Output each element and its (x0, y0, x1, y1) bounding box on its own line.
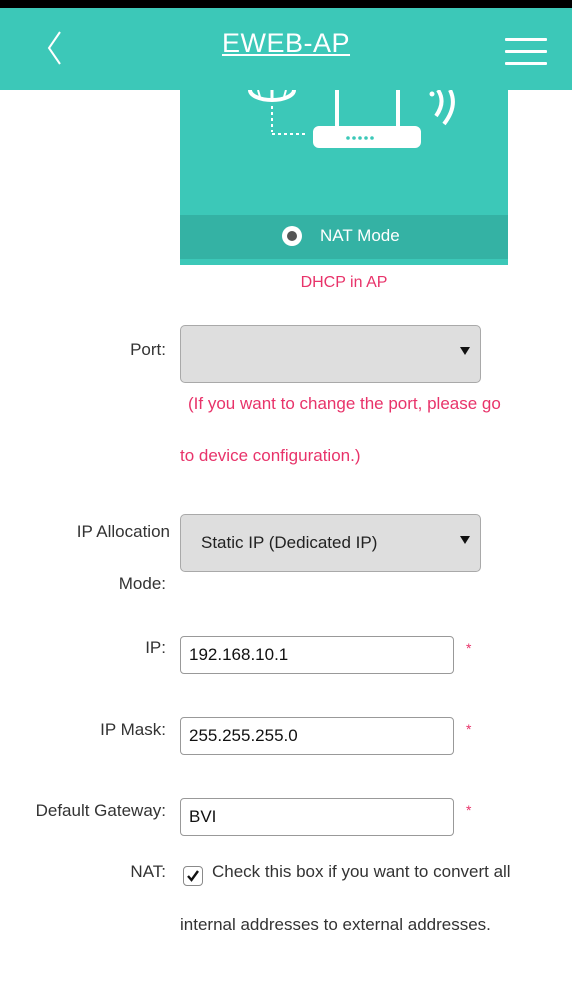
ip-required-mark: * (466, 640, 472, 656)
router-icon (313, 90, 421, 148)
nat-mode-radio[interactable] (282, 226, 302, 246)
ip-mask-input[interactable]: 255.255.255.0 (180, 717, 454, 755)
ip-mask-label: IP Mask: (100, 720, 166, 739)
ip-allocation-select-value: Static IP (Dedicated IP) (201, 533, 378, 552)
mode-card-footer: NAT Mode (180, 215, 508, 259)
default-gateway-label: Default Gateway: (35, 801, 166, 820)
nat-mode-label: NAT Mode (320, 226, 400, 245)
status-strip (0, 0, 572, 8)
nat-description-line1: Check this box if you want to convert al… (212, 862, 511, 881)
wifi-signal-icon (429, 90, 455, 126)
menu-button[interactable] (505, 38, 547, 68)
port-label: Port: (130, 340, 166, 359)
ip-label: IP: (145, 638, 166, 657)
dhcp-text: DHCP in AP (300, 274, 388, 291)
dropdown-arrow-icon (460, 536, 470, 544)
nat-checkbox[interactable] (183, 866, 203, 886)
ip-allocation-label-line1: IP Allocation (76, 522, 170, 541)
globe-icon (248, 90, 296, 102)
page-title-link[interactable]: EWEB-AP (222, 28, 350, 58)
back-button[interactable] (40, 26, 70, 70)
ip-input[interactable]: 192.168.10.1 (180, 636, 454, 674)
ip-allocation-label-line2: Mode: (118, 574, 166, 593)
port-select[interactable] (180, 325, 481, 383)
nat-description-line2: internal addresses to external addresses… (180, 915, 491, 934)
hamburger-menu-icon (505, 38, 547, 41)
dropdown-arrow-icon (460, 347, 470, 355)
checkmark-icon (187, 870, 199, 882)
network-illustration (248, 90, 455, 148)
hamburger-line (505, 62, 547, 65)
port-note-line1: (If you want to change the port, please … (188, 394, 501, 413)
chevron-left-icon (47, 31, 61, 65)
app-header: EWEB-AP (0, 8, 572, 90)
hamburger-line (505, 50, 547, 53)
page-title: EWEB-AP (0, 28, 572, 59)
connection-line (271, 106, 306, 135)
default-gateway-input[interactable]: BVI (180, 798, 454, 836)
ip-allocation-select[interactable]: Static IP (Dedicated IP) (180, 514, 481, 572)
nat-label: NAT: (130, 862, 166, 881)
ip-mask-required-mark: * (466, 721, 472, 737)
default-gateway-required-mark: * (466, 802, 472, 818)
nat-mode-card[interactable]: NAT Mode (180, 90, 508, 265)
port-note-line2: to device configuration.) (180, 446, 361, 465)
